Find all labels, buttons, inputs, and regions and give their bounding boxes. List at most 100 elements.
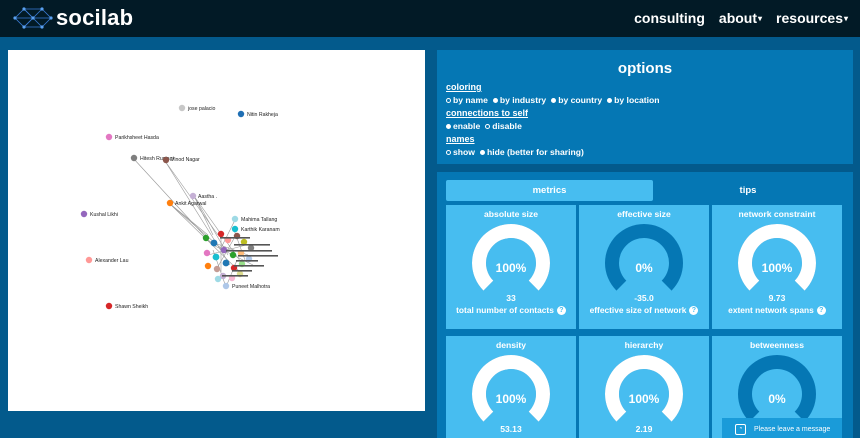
metric-percent: 100% (495, 392, 527, 406)
main-nav: consulting about▾ resources▾ (634, 10, 848, 26)
nav-resources-label: resources (776, 10, 843, 26)
network-logo-icon (13, 7, 53, 29)
svg-text:Parikhsheet Hasda: Parikhsheet Hasda (115, 135, 159, 141)
graph-node-kushal-likhi[interactable]: Kushal Likhi (80, 210, 118, 218)
metric-title: betweenness (750, 340, 804, 350)
coloring-link[interactable]: coloring (446, 82, 660, 93)
nav-resources[interactable]: resources▾ (776, 10, 848, 26)
network-graph-panel[interactable]: jose palacio Nitin Rakheja Parikhsheet H… (8, 50, 425, 411)
network-graph[interactable]: jose palacio Nitin Rakheja Parikhsheet H… (8, 50, 425, 411)
graph-node-nitin-rakheja[interactable]: Nitin Rakheja (237, 110, 278, 118)
chat-icon: ◔ (735, 423, 746, 435)
graph-node-parikhsheet-hasda[interactable]: Parikhsheet Hasda (105, 133, 159, 141)
names-show-radio[interactable]: show (446, 147, 475, 157)
metric-description: effective size of network? (579, 305, 709, 315)
nav-about-label: about (718, 10, 758, 26)
gauge (738, 355, 816, 422)
metric-percent: 100% (495, 261, 527, 275)
names-hide-radio[interactable]: hide (better for sharing) (479, 147, 584, 157)
svg-text:Karthik Karanam: Karthik Karanam (241, 227, 280, 233)
connections-disable-radio[interactable]: disable (485, 121, 522, 131)
tab-metrics[interactable]: metrics (446, 180, 653, 201)
graph-node-aastha[interactable]: Aastha . (189, 192, 217, 200)
gauge (472, 224, 550, 291)
gauge-track (738, 355, 816, 422)
gauge-fill (472, 224, 550, 291)
radio-icon (607, 97, 613, 103)
nav-about[interactable]: about▾ (719, 10, 762, 26)
graph-node-jose-palacio[interactable]: jose palacio (178, 104, 216, 112)
svg-text:Aastha .: Aastha . (198, 194, 217, 200)
metric-description: extent network spans? (712, 305, 842, 315)
radio-label: hide (better for sharing) (486, 147, 584, 157)
coloring-by-country-radio[interactable]: by country (551, 95, 602, 105)
connections-enable-radio[interactable]: enable (446, 121, 480, 131)
svg-text:Nitin Rakheja: Nitin Rakheja (247, 112, 278, 118)
radio-label: enable (453, 121, 481, 131)
radio-label: show (453, 147, 475, 157)
graph-node-mahima-tallang[interactable]: Mahima Tallang (231, 215, 278, 223)
svg-text:Alexander Lau: Alexander Lau (95, 258, 129, 264)
graph-node-alexander-lau[interactable]: Alexander Lau (85, 256, 129, 264)
radio-label: disable (492, 121, 522, 131)
names-group: names show hide (better for sharing) (446, 134, 584, 157)
coloring-group: coloring by name by industry by country … (446, 82, 660, 105)
nav-consulting-label: consulting (634, 10, 705, 26)
metric-value: 33 (506, 293, 516, 303)
names-options: show hide (better for sharing) (446, 147, 584, 157)
nav-consulting[interactable]: consulting (634, 10, 705, 26)
brand-name: socilab (56, 5, 134, 30)
options-title: options (617, 60, 673, 77)
metric-value: 53.13 (500, 424, 522, 434)
radio-label: by industry (499, 95, 547, 105)
gauge-track (605, 224, 683, 291)
help-icon[interactable]: ? (556, 305, 566, 315)
radio-icon (492, 97, 498, 103)
caret-down-icon: ▾ (758, 14, 763, 23)
radio-label: by name (453, 95, 488, 105)
metric-card-absolute-size: absolute size 100% 33 total number of conta… (446, 205, 576, 329)
metric-percent: 100% (761, 261, 793, 275)
radio-icon (479, 149, 485, 155)
gauge (472, 355, 550, 422)
connections-group: connections to self enable disable (446, 108, 528, 131)
coloring-by-name-radio[interactable]: by name (446, 95, 488, 105)
metric-card-network-constraint: network constraint 100% 9.73 extent network… (712, 205, 842, 329)
radio-icon (551, 97, 557, 103)
top-navigation-bar: socilab consulting about▾ resources▾ (0, 0, 860, 37)
metric-description-text: total number of contacts (456, 305, 554, 315)
help-icon[interactable]: ? (689, 305, 699, 315)
metric-percent: 100% (628, 392, 660, 406)
gauge (605, 224, 683, 291)
tab-tips[interactable]: tips (653, 180, 843, 201)
metrics-panel: metrics tips absolute size 100% 33 total nu… (437, 172, 853, 438)
metric-title: density (495, 340, 527, 350)
caret-down-icon: ▾ (843, 14, 848, 23)
connections-to-self-link[interactable]: connections to self (446, 108, 528, 119)
gauge (605, 355, 683, 422)
leave-message-button[interactable]: ◔ Please leave a message (722, 418, 842, 438)
metric-title: absolute size (484, 209, 538, 219)
names-link[interactable]: names (446, 134, 584, 145)
brand-logo-link[interactable]: socilab (12, 4, 133, 32)
metric-title: effective size (617, 209, 671, 219)
svg-text:Kushal Likhi: Kushal Likhi (90, 212, 118, 218)
metric-title: hierarchy (624, 340, 664, 350)
svg-text:Puneet Malhotra: Puneet Malhotra (232, 284, 270, 290)
metric-percent: 0% (635, 261, 653, 275)
svg-text:Ankit Agarwal: Ankit Agarwal (175, 201, 206, 207)
radio-label: by country (558, 95, 603, 105)
gauge-fill (472, 355, 550, 422)
metric-card-hierarchy: hierarchy 100% 2.19 (579, 336, 709, 438)
graph-node-cluster[interactable] (202, 230, 278, 283)
graph-node-karthik-karanam[interactable]: Karthik Karanam (231, 225, 280, 233)
graph-node-puneet-malhotra[interactable]: Puneet Malhotra (222, 282, 270, 290)
help-icon[interactable]: ? (816, 305, 826, 315)
gauge-fill (738, 224, 816, 291)
coloring-by-location-radio[interactable]: by location (607, 95, 660, 105)
metric-description: total number of contacts? (446, 305, 576, 315)
radio-icon (446, 97, 451, 103)
graph-node-shawn-sheikh[interactable]: Shawn Sheikh (105, 302, 148, 310)
metric-value: 9.73 (768, 293, 786, 303)
coloring-by-industry-radio[interactable]: by industry (492, 95, 547, 105)
